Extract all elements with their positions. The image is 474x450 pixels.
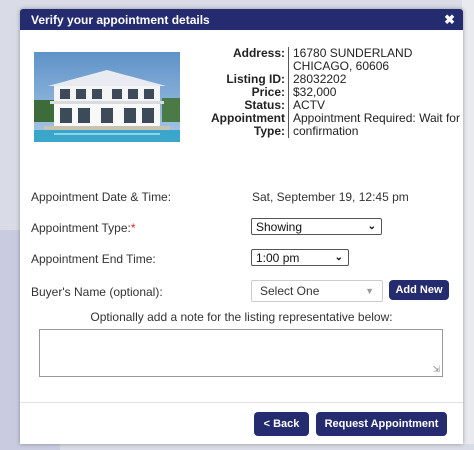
close-icon[interactable]: ✖ [444, 12, 455, 28]
dialog-titlebar: Verify your appointment details ✖ [20, 9, 463, 30]
appointment-type-row-2: Type: confirmation [184, 125, 463, 138]
listing-summary: Address: 16780 SUNDERLAND CHICAGO, 60606… [34, 47, 460, 157]
appointment-type-field-row: Appointment Type:* Showing ⌄ [31, 218, 451, 249]
chevron-down-icon: ⌄ [367, 221, 376, 232]
back-button[interactable]: < Back [254, 412, 309, 436]
appointment-type-select[interactable]: Showing ⌄ [251, 218, 382, 235]
house-image [34, 52, 180, 142]
appointment-type-field-label: Appointment Type:* [31, 221, 136, 235]
address-label: Address: [184, 47, 289, 60]
end-time-row: Appointment End Time: 1:00 pm ⌄ [31, 249, 451, 280]
required-mark: * [130, 221, 136, 235]
buyer-row: Buyer's Name (optional): Select One ▼ Ad… [31, 280, 451, 311]
end-time-select[interactable]: 1:00 pm ⌄ [251, 249, 349, 266]
appointment-type-label-2: Type: [184, 125, 289, 138]
buyer-label: Buyer's Name (optional): [31, 285, 163, 299]
appointment-form: Appointment Date & Time: Sat, September … [31, 187, 451, 311]
add-new-button[interactable]: Add New [389, 280, 449, 300]
verify-appointment-dialog: Verify your appointment details ✖ Addres… [20, 9, 463, 444]
request-appointment-button[interactable]: Request Appointment [316, 412, 447, 436]
footer-divider [20, 402, 463, 403]
buyer-selected: Select One [260, 284, 320, 298]
date-time-value: Sat, September 19, 12:45 pm [252, 190, 409, 204]
dialog-title: Verify your appointment details [31, 12, 210, 27]
end-time-selected: 1:00 pm [256, 250, 300, 265]
buyer-select[interactable]: Select One ▼ [251, 280, 383, 302]
date-time-row: Appointment Date & Time: Sat, September … [31, 187, 451, 218]
listing-photo [34, 52, 180, 142]
appointment-type-field-label-text: Appointment Type: [31, 221, 131, 235]
appointment-type-line2: confirmation [293, 124, 359, 138]
listing-details: Address: 16780 SUNDERLAND CHICAGO, 60606… [184, 47, 463, 138]
resize-grip-icon[interactable]: ⇲ [432, 364, 440, 375]
chevron-down-icon: ⌄ [334, 252, 343, 263]
date-time-label: Appointment Date & Time: [31, 190, 172, 204]
end-time-label: Appointment End Time: [31, 252, 156, 266]
note-label: Optionally add a note for the listing re… [90, 310, 393, 324]
backdrop-right [462, 0, 474, 444]
appointment-type-selected: Showing [256, 219, 303, 234]
triangle-down-icon: ▼ [365, 286, 374, 296]
note-textarea[interactable]: ⇲ [39, 329, 443, 377]
